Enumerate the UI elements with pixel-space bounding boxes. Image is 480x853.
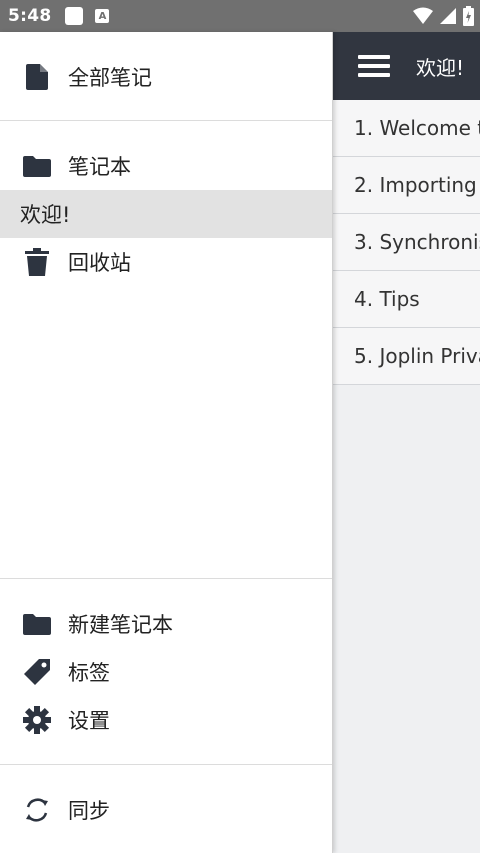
gear-icon [23,706,51,734]
status-time: 5:48 [8,6,52,26]
settings-item[interactable]: 设置 [0,696,332,744]
all-notes-item[interactable]: 全部笔记 [0,52,332,102]
divider [0,764,332,765]
new-notebook-item[interactable]: 新建笔记本 [0,600,332,648]
wifi-icon [413,7,433,24]
sync-button[interactable]: 同步 [0,784,332,836]
folder-icon [23,610,51,638]
notebook-item-welcome[interactable]: 欢迎! [0,190,332,238]
divider [0,578,332,579]
app-notification-icon: A [95,9,110,23]
side-drawer: 全部笔记 笔记本 欢迎! 回收站 新建笔记本 标签 设置 同步 [0,32,333,853]
note-item[interactable]: 5. Joplin Priva [333,328,480,385]
notebook-label: 欢迎! [20,203,71,227]
divider [0,120,332,121]
notes-header-title: 欢迎! [416,55,465,80]
notification-icon [65,7,84,25]
settings-label: 设置 [68,709,110,733]
tags-label: 标签 [68,661,110,685]
trash-item[interactable]: 回收站 [0,238,332,286]
notes-header: 欢迎! [333,32,480,100]
notebooks-label: 笔记本 [68,155,131,179]
status-bar: 5:48 A [0,0,480,32]
cell-signal-icon [440,8,456,24]
notebooks-header[interactable]: 笔记本 [0,142,332,190]
tag-icon [23,658,51,686]
new-notebook-label: 新建笔记本 [68,613,173,637]
sync-label: 同步 [68,799,110,823]
note-list-panel: 欢迎! 1. Welcome to 2. Importing a 3. Sync… [333,32,480,853]
folder-icon [23,152,51,180]
note-file-icon [23,63,51,91]
menu-icon[interactable] [358,55,390,77]
all-notes-label: 全部笔记 [68,66,152,90]
note-item[interactable]: 3. Synchronis [333,214,480,271]
tags-item[interactable]: 标签 [0,648,332,696]
note-item[interactable]: 4. Tips [333,271,480,328]
note-item[interactable]: 1. Welcome to [333,100,480,157]
trash-label: 回收站 [68,251,131,275]
battery-icon [463,6,474,26]
note-item[interactable]: 2. Importing a [333,157,480,214]
trash-icon [23,248,51,276]
sync-icon [23,796,51,824]
